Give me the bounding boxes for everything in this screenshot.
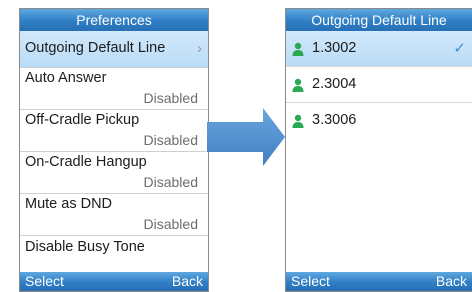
menu-item-label: Disable Busy Tone: [25, 239, 145, 255]
arrow-right-icon: [207, 108, 285, 166]
line-option-1[interactable]: 1.3002 ✓: [286, 31, 472, 67]
person-icon: [292, 42, 304, 56]
person-icon: [292, 78, 304, 92]
menu-item-value: Disabled: [143, 90, 198, 106]
back-softkey[interactable]: Back: [172, 272, 203, 291]
select-softkey[interactable]: Select: [25, 272, 64, 291]
menu-item-value: Disabled: [143, 216, 198, 232]
person-icon: [292, 114, 304, 128]
line-option-label: 3.3006: [312, 112, 357, 128]
menu-item-mute-as-dnd[interactable]: Mute as DND Disabled: [20, 194, 208, 236]
line-option-2[interactable]: 2.3004: [286, 67, 472, 103]
preferences-screen: Preferences Outgoing Default Line › Auto…: [19, 8, 209, 292]
back-softkey[interactable]: Back: [436, 272, 467, 291]
menu-item-value: Disabled: [143, 174, 198, 190]
menu-item-label: Off-Cradle Pickup: [25, 112, 140, 128]
checkmark-icon: ✓: [453, 40, 466, 57]
menu-item-on-cradle-hangup[interactable]: On-Cradle Hangup Disabled: [20, 152, 208, 194]
outgoing-default-line-screen: Outgoing Default Line 1.3002 ✓ 2.3004 3.…: [285, 8, 472, 292]
menu-item-label: On-Cradle Hangup: [25, 154, 147, 170]
menu-item-disable-busy-tone[interactable]: Disable Busy Tone: [20, 236, 208, 276]
screen-title: Preferences: [20, 9, 208, 31]
select-softkey[interactable]: Select: [291, 272, 330, 291]
screen-title: Outgoing Default Line: [286, 9, 472, 31]
line-option-label: 1.3002: [312, 40, 357, 56]
chevron-right-icon: ›: [197, 40, 202, 57]
softkey-bar: Select Back: [20, 272, 208, 291]
line-option-3[interactable]: 3.3006: [286, 103, 472, 139]
menu-item-off-cradle-pickup[interactable]: Off-Cradle Pickup Disabled: [20, 110, 208, 152]
line-option-label: 2.3004: [312, 76, 357, 92]
menu-item-label: Outgoing Default Line: [25, 40, 166, 56]
menu-item-value: Disabled: [143, 132, 198, 148]
menu-item-outgoing-default-line[interactable]: Outgoing Default Line ›: [20, 31, 208, 68]
menu-item-auto-answer[interactable]: Auto Answer Disabled: [20, 68, 208, 110]
menu-item-label: Auto Answer: [25, 70, 107, 86]
softkey-bar: Select Back: [286, 272, 472, 291]
menu-item-label: Mute as DND: [25, 196, 113, 212]
